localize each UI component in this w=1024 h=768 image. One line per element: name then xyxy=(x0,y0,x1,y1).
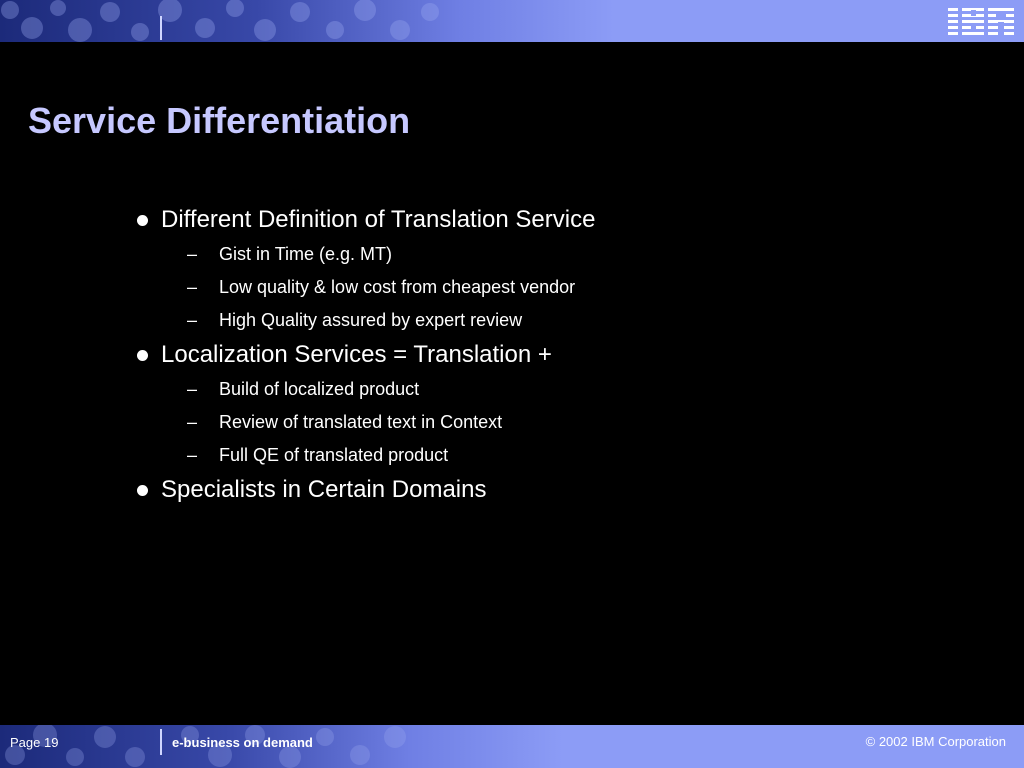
dash-marker: – xyxy=(187,277,198,297)
bullet-dot-icon xyxy=(137,350,148,361)
dash-marker: – xyxy=(187,445,198,465)
sub-list: – Build of localized product – Review of t… xyxy=(135,373,835,472)
sub-item-text: Review of translated text in Context xyxy=(219,412,503,432)
page-number: Page 19 xyxy=(10,735,59,750)
bullet-text: Different Definition of Translation Serv… xyxy=(161,206,596,233)
dash-marker: – xyxy=(187,310,198,330)
footer-tagline: e-business on demand xyxy=(172,735,313,750)
bullet-text: Localization Services = Translation + xyxy=(161,341,552,368)
sub-item-text: Gist in Time (e.g. MT) xyxy=(219,244,393,264)
sub-item-text: High Quality assured by expert review xyxy=(219,310,523,330)
sub-item: – Build of localized product xyxy=(135,373,835,406)
sub-item: – High Quality assured by expert review xyxy=(135,304,835,337)
dash-marker: – xyxy=(187,412,198,432)
sub-item: – Review of translated text in Context xyxy=(135,406,835,439)
sub-item-text: Full QE of translated product xyxy=(219,445,449,465)
bottom-banner: Page 19 e-business on demand © 2002 IBM … xyxy=(0,725,1024,768)
top-banner xyxy=(0,0,1024,42)
ibm-logo-icon xyxy=(948,8,1014,35)
sub-item-text: Low quality & low cost from cheapest ven… xyxy=(219,277,576,297)
copyright-text: © 2002 IBM Corporation xyxy=(865,734,1006,749)
banner-divider xyxy=(160,16,162,40)
bullet-list: Different Definition of Translation Serv… xyxy=(135,204,835,506)
sub-item: – Full QE of translated product xyxy=(135,439,835,472)
bullet-item: Different Definition of Translation Serv… xyxy=(135,204,835,236)
bullet-item: Specialists in Certain Domains xyxy=(135,474,835,506)
sub-item-text: Build of localized product xyxy=(219,379,420,399)
dash-marker: – xyxy=(187,244,198,264)
bullet-text: Specialists in Certain Domains xyxy=(161,476,487,503)
sub-item: – Low quality & low cost from cheapest ve… xyxy=(135,271,835,304)
footer-divider xyxy=(160,729,162,755)
sub-list: – Gist in Time (e.g. MT) – Low quality & l… xyxy=(135,238,835,337)
bullet-dot-icon xyxy=(137,485,148,496)
sub-item: – Gist in Time (e.g. MT) xyxy=(135,238,835,271)
slide-title: Service Differentiation xyxy=(28,100,411,141)
bullet-item: Localization Services = Translation + xyxy=(135,339,835,371)
dash-marker: – xyxy=(187,379,198,399)
bullet-dot-icon xyxy=(137,215,148,226)
banner-dot-pattern xyxy=(1,0,439,42)
